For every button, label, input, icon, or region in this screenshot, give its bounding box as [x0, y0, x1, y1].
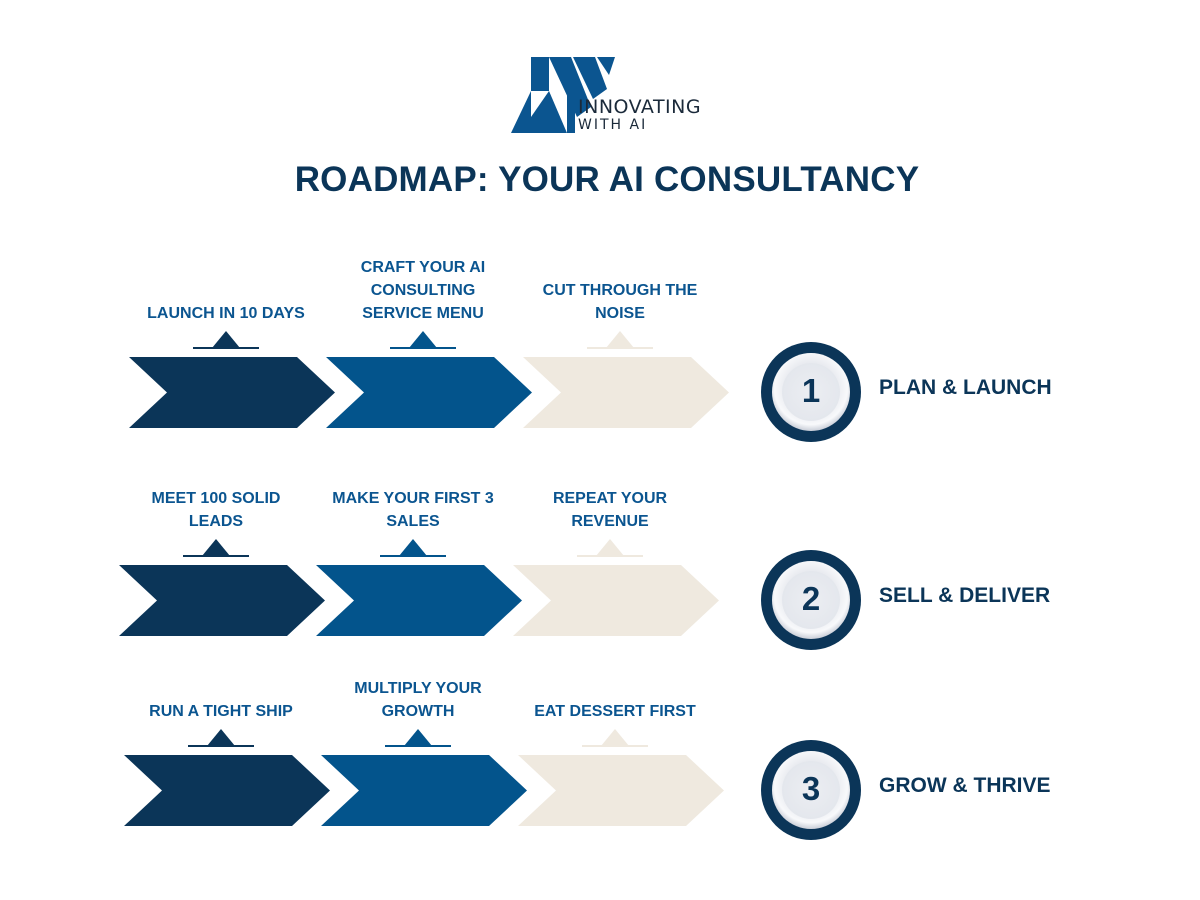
chevron-phase1-step2 — [326, 357, 532, 428]
step-marker-icon — [577, 539, 643, 557]
roadmap-diagram — [119, 331, 861, 840]
phase-number: 3 — [801, 770, 821, 807]
phase-name: GROW & THRIVE — [879, 774, 1051, 797]
step-label-phase2-step1: MEET 100 SOLID LEADS — [151, 490, 281, 530]
phase-number: 2 — [801, 580, 821, 617]
chevron-phase1-step1 — [129, 357, 335, 428]
step-label-phase3-step1: RUN A TIGHT SHIP — [149, 703, 293, 720]
step-marker-icon — [380, 539, 446, 557]
chevron-phase2-step3 — [513, 565, 719, 636]
phase-number: 1 — [801, 372, 821, 409]
step-label-phase3-step2: MULTIPLY YOUR GROWTH — [354, 680, 482, 720]
phase-name: PLAN & LAUNCH — [879, 376, 1052, 399]
step-marker-icon — [183, 539, 249, 557]
step-marker-icon — [193, 331, 259, 349]
chevron-phase2-step1 — [119, 565, 325, 636]
chevron-phase3-step2 — [321, 755, 527, 826]
step-label-phase1-step1: LAUNCH IN 10 DAYS — [147, 305, 305, 322]
step-label-phase1-step3: CUT THROUGH THE NOISE — [542, 282, 698, 322]
step-marker-icon — [582, 729, 648, 747]
phase-name: SELL & DELIVER — [879, 584, 1051, 607]
chevron-phase3-step3 — [518, 755, 724, 826]
step-marker-icon — [587, 331, 653, 349]
step-marker-icon — [390, 331, 456, 349]
step-label-phase2-step2: MAKE YOUR FIRST 3 SALES — [332, 490, 494, 530]
chevron-phase1-step3 — [523, 357, 729, 428]
step-marker-icon — [188, 729, 254, 747]
chevron-phase3-step1 — [124, 755, 330, 826]
step-label-phase1-step2: CRAFT YOUR AI CONSULTING SERVICE MENU — [360, 259, 486, 322]
step-marker-icon — [385, 729, 451, 747]
step-label-phase3-step3: EAT DESSERT FIRST — [534, 703, 696, 720]
step-label-phase2-step3: REPEAT YOUR REVENUE — [552, 490, 668, 530]
chevron-phase2-step2 — [316, 565, 522, 636]
